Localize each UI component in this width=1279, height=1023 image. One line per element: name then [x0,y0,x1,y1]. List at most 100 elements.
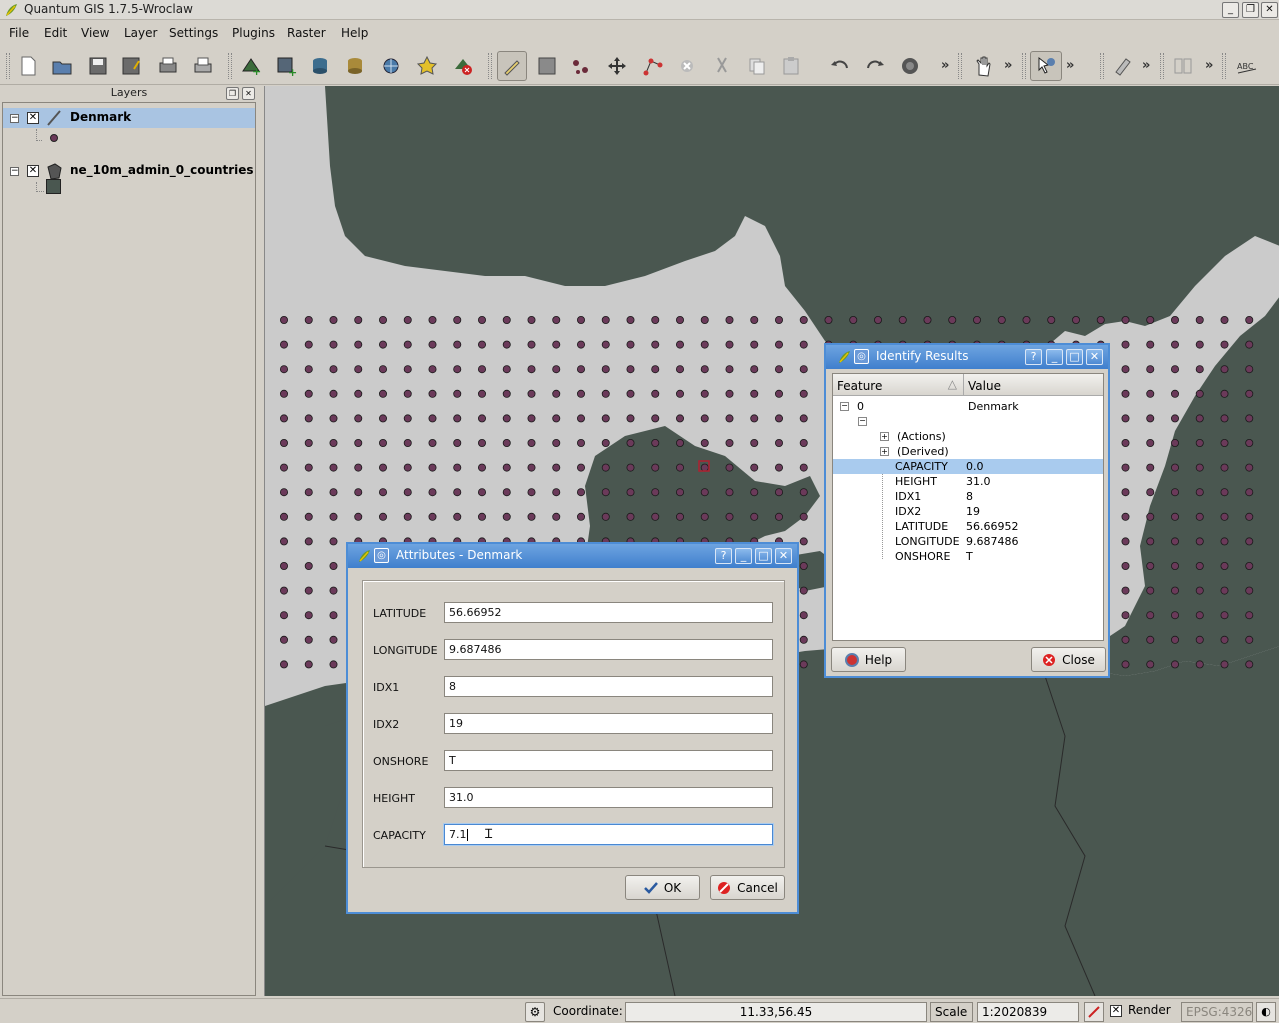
point-feature[interactable] [279,365,288,374]
point-feature[interactable] [552,463,561,472]
point-feature[interactable] [1121,389,1130,398]
point-feature[interactable] [1195,340,1204,349]
point-feature[interactable] [774,512,783,521]
minimize-button[interactable]: _ [1046,349,1063,365]
point-feature[interactable] [279,660,288,669]
point-feature[interactable] [453,463,462,472]
point-feature[interactable] [799,660,808,669]
point-feature[interactable] [1245,340,1254,349]
point-feature[interactable] [279,635,288,644]
close-window-button[interactable]: ✕ [1261,2,1278,18]
point-feature[interactable] [304,365,313,374]
point-feature[interactable] [651,414,660,423]
point-feature[interactable] [576,488,585,497]
point-feature[interactable] [304,438,313,447]
attribute-row[interactable]: ONSHORE T [833,549,1103,564]
toolbar-grip[interactable] [6,53,10,79]
point-feature[interactable] [1220,463,1229,472]
point-feature[interactable] [651,438,660,447]
copy-features-icon[interactable] [744,53,770,79]
toolbar-overflow-icon[interactable]: » [1066,58,1074,73]
point-feature[interactable] [700,463,709,472]
point-feature[interactable] [1146,611,1155,620]
point-feature[interactable] [626,438,635,447]
point-feature[interactable] [329,414,338,423]
point-feature[interactable] [1171,414,1180,423]
point-feature[interactable] [750,315,759,324]
point-feature[interactable] [329,463,338,472]
point-feature[interactable] [279,586,288,595]
toolbar-overflow-icon[interactable]: » [941,58,949,73]
point-feature[interactable] [1121,660,1130,669]
point-feature[interactable] [403,488,412,497]
cancel-button[interactable]: Cancel [710,875,785,900]
point-feature[interactable] [527,389,536,398]
point-feature[interactable] [898,315,907,324]
point-feature[interactable] [527,315,536,324]
point-feature[interactable] [1220,512,1229,521]
point-feature[interactable] [477,365,486,374]
point-feature[interactable] [799,537,808,546]
point-feature[interactable] [428,315,437,324]
point-feature[interactable] [354,389,363,398]
point-feature[interactable] [1245,586,1254,595]
point-feature[interactable] [477,315,486,324]
point-feature[interactable] [428,438,437,447]
point-feature[interactable] [725,389,734,398]
point-feature[interactable] [1171,365,1180,374]
point-feature[interactable] [1220,488,1229,497]
point-feature[interactable] [279,512,288,521]
point-feature[interactable] [477,389,486,398]
point-feature[interactable] [1245,365,1254,374]
height-input[interactable]: 31.0 [444,787,773,808]
point-feature[interactable] [576,414,585,423]
point-feature[interactable] [329,660,338,669]
point-feature[interactable] [304,463,313,472]
point-feature[interactable] [428,463,437,472]
point-feature[interactable] [1220,660,1229,669]
point-feature[interactable] [527,488,536,497]
point-feature[interactable] [502,315,511,324]
point-feature[interactable] [1195,315,1204,324]
point-feature[interactable] [1171,611,1180,620]
toolbar-grip[interactable] [1022,53,1026,79]
point-feature[interactable] [453,389,462,398]
add-vector-layer-icon[interactable]: + [238,53,264,79]
point-feature[interactable] [428,512,437,521]
point-feature[interactable] [329,561,338,570]
point-feature[interactable] [304,389,313,398]
point-feature[interactable] [1146,438,1155,447]
point-feature[interactable] [948,315,957,324]
point-feature[interactable] [379,414,388,423]
point-feature[interactable] [774,463,783,472]
point-feature[interactable] [527,365,536,374]
point-feature[interactable] [403,340,412,349]
point-feature[interactable] [725,315,734,324]
point-feature[interactable] [576,438,585,447]
point-feature[interactable] [552,512,561,521]
point-feature[interactable] [799,315,808,324]
point-feature[interactable] [354,414,363,423]
point-feature[interactable] [403,414,412,423]
point-feature[interactable] [329,611,338,620]
latitude-input[interactable]: 56.66952 [444,602,773,623]
point-feature[interactable] [279,463,288,472]
point-feature[interactable] [403,389,412,398]
attribute-row[interactable]: IDX1 8 [833,489,1103,504]
point-feature[interactable] [799,635,808,644]
help-title-button[interactable]: ? [715,548,732,564]
toolbar-grip[interactable] [228,53,232,79]
point-feature[interactable] [329,340,338,349]
point-feature[interactable] [379,340,388,349]
maximize-button[interactable]: □ [1066,349,1083,365]
point-feature[interactable] [1245,611,1254,620]
point-feature[interactable] [626,315,635,324]
point-feature[interactable] [774,340,783,349]
point-feature[interactable] [1195,660,1204,669]
point-feature[interactable] [279,414,288,423]
point-feature[interactable] [527,463,536,472]
point-feature[interactable] [329,365,338,374]
point-feature[interactable] [1220,414,1229,423]
point-feature[interactable] [552,340,561,349]
point-feature[interactable] [824,315,833,324]
